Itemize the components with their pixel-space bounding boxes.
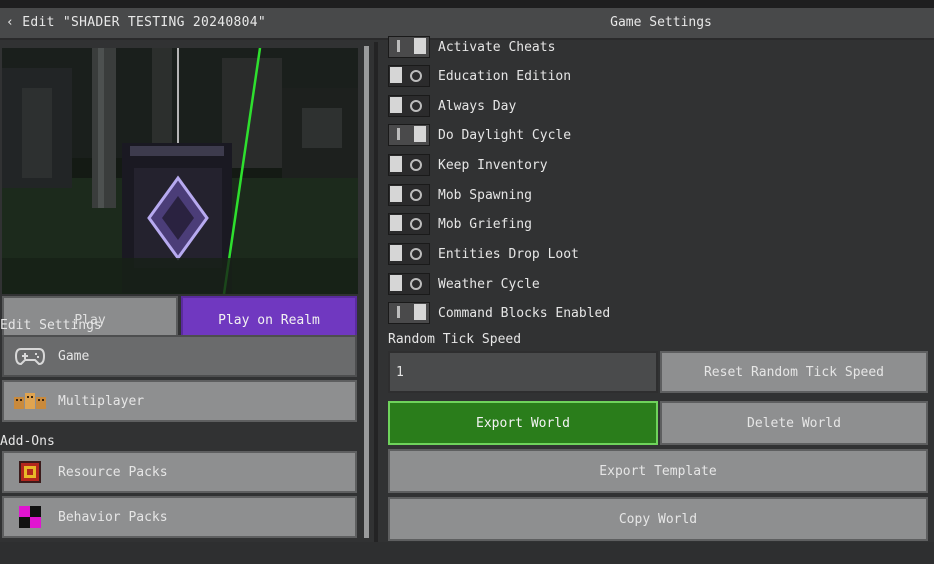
- addons-heading: Add-Ons: [0, 434, 55, 449]
- sidebar-item-resource-packs[interactable]: Resource Packs: [2, 451, 357, 493]
- keep-inventory-toggle[interactable]: [388, 154, 430, 176]
- left-scrollbar[interactable]: [364, 46, 369, 538]
- export-template-button[interactable]: Export Template: [388, 449, 928, 493]
- left-panel: Play Play on Realm Edit Settings Game Mu…: [0, 42, 366, 542]
- sidebar-item-label: Behavior Packs: [58, 509, 168, 525]
- activate-cheats-toggle[interactable]: [388, 36, 430, 58]
- toggle-label: Keep Inventory: [438, 157, 548, 173]
- toggle-row-weather-cycle[interactable]: Weather Cycle: [388, 271, 540, 297]
- mob-griefing-toggle[interactable]: [388, 213, 430, 235]
- panel-divider: [374, 42, 378, 542]
- toggle-label: Weather Cycle: [438, 276, 540, 292]
- copy-world-button[interactable]: Copy World: [388, 497, 928, 541]
- settings-panel: Activate Cheats Education Edition Always…: [380, 36, 934, 542]
- sidebar-item-label: Game: [58, 348, 90, 364]
- game-settings-screen: ‹ Edit "SHADER TESTING 20240804" Game Se…: [0, 0, 934, 564]
- mob-spawning-toggle[interactable]: [388, 184, 430, 206]
- resource-pack-icon: [14, 461, 46, 483]
- education-edition-toggle[interactable]: [388, 65, 430, 87]
- sidebar-item-multiplayer[interactable]: Multiplayer: [2, 380, 357, 422]
- delete-world-button[interactable]: Delete World: [660, 401, 928, 445]
- toggle-label: Activate Cheats: [438, 39, 556, 55]
- toggle-row-entities-drop-loot[interactable]: Entities Drop Loot: [388, 241, 579, 267]
- world-preview-scene: [2, 48, 358, 294]
- random-tick-speed-input[interactable]: 1: [388, 351, 658, 393]
- toggle-row-command-blocks[interactable]: Command Blocks Enabled: [388, 300, 610, 326]
- sidebar-item-label: Multiplayer: [58, 393, 145, 409]
- edit-settings-heading: Edit Settings: [0, 318, 102, 333]
- toggle-row-keep-inventory[interactable]: Keep Inventory: [388, 152, 548, 178]
- sidebar-item-label: Resource Packs: [58, 464, 168, 480]
- daylight-cycle-toggle[interactable]: [388, 124, 430, 146]
- toggle-label: Command Blocks Enabled: [438, 305, 611, 321]
- always-day-toggle[interactable]: [388, 95, 430, 117]
- command-blocks-toggle[interactable]: [388, 302, 430, 324]
- back-button[interactable]: ‹ Edit "SHADER TESTING 20240804": [6, 15, 266, 30]
- page-title: Game Settings: [610, 15, 712, 30]
- toggle-label: Do Daylight Cycle: [438, 127, 572, 143]
- reset-random-tick-speed-button[interactable]: Reset Random Tick Speed: [660, 351, 928, 393]
- weather-cycle-toggle[interactable]: [388, 273, 430, 295]
- top-edge: [0, 0, 934, 8]
- sidebar-item-behavior-packs[interactable]: Behavior Packs: [2, 496, 357, 538]
- toggle-row-activate-cheats[interactable]: Activate Cheats: [388, 34, 555, 60]
- controller-icon: [14, 345, 46, 367]
- export-world-button[interactable]: Export World: [388, 401, 658, 445]
- toggle-label: Entities Drop Loot: [438, 246, 579, 262]
- toggle-row-daylight-cycle[interactable]: Do Daylight Cycle: [388, 122, 571, 148]
- toggle-row-mob-spawning[interactable]: Mob Spawning: [388, 182, 532, 208]
- toggle-label: Mob Spawning: [438, 187, 532, 203]
- toggle-label: Education Edition: [438, 68, 572, 84]
- behavior-pack-icon: [14, 506, 46, 528]
- multiplayer-icon: [14, 390, 46, 412]
- toggle-row-education-edition[interactable]: Education Edition: [388, 63, 571, 89]
- entities-drop-loot-toggle[interactable]: [388, 243, 430, 265]
- sidebar-item-game[interactable]: Game: [2, 335, 357, 377]
- toggle-label: Mob Griefing: [438, 216, 532, 232]
- bottom-edge: [0, 542, 934, 564]
- toggle-row-mob-griefing[interactable]: Mob Griefing: [388, 211, 532, 237]
- toggle-label: Always Day: [438, 98, 517, 114]
- random-tick-speed-label: Random Tick Speed: [388, 332, 522, 347]
- world-preview-image: [2, 48, 358, 294]
- toggle-row-always-day[interactable]: Always Day: [388, 93, 516, 119]
